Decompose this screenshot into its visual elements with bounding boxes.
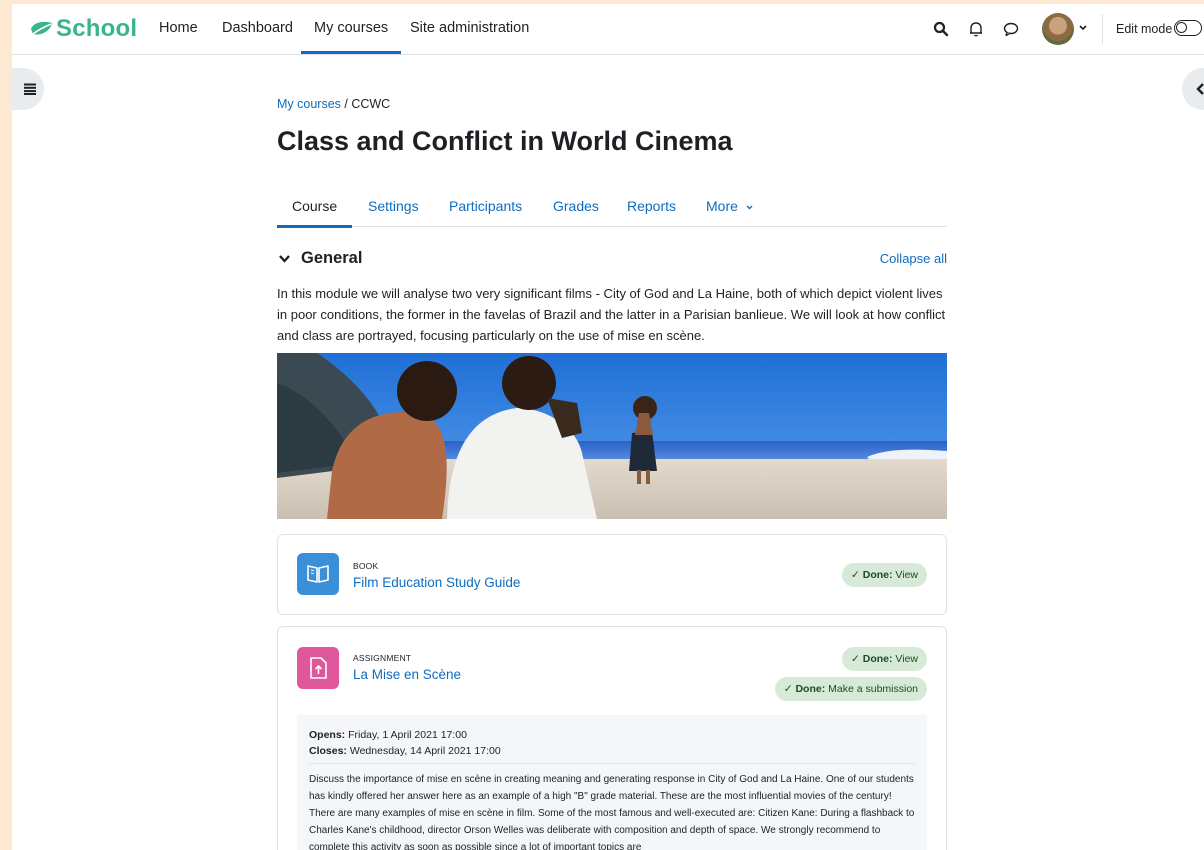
tab-more-label: More: [706, 198, 738, 214]
opens-value: Friday, 1 April 2021 17:00: [348, 729, 467, 741]
chevron-left-icon: [1196, 83, 1204, 95]
completion-prefix: Done:: [795, 683, 826, 695]
activity-book: BOOK Film Education Study Guide ✓ Done: …: [277, 534, 947, 615]
activity-details: Opens: Friday, 1 April 2021 17:00 Closes…: [297, 715, 927, 850]
activity-type-label: ASSIGNMENT: [353, 653, 412, 663]
opens-label: Opens:: [309, 729, 346, 741]
top-navbar: School Home Dashboard My courses Site ad…: [12, 4, 1204, 55]
chevron-down-icon[interactable]: [1078, 24, 1088, 32]
section-summary: In this module we will analyse two very …: [277, 286, 946, 343]
block-drawer-button[interactable]: [1182, 68, 1204, 110]
search-icon[interactable]: [932, 20, 950, 38]
closes-value: Wednesday, 14 April 2021 17:00: [349, 745, 501, 757]
user-avatar[interactable]: [1042, 13, 1074, 45]
breadcrumb-separator: /: [340, 97, 352, 111]
nav-divider: [1102, 14, 1103, 44]
completion-badge-view: ✓ Done: View: [842, 563, 927, 587]
tab-reports[interactable]: Reports: [627, 188, 676, 226]
tab-settings[interactable]: Settings: [368, 188, 419, 226]
list-icon: [24, 83, 36, 95]
breadcrumb-my-courses[interactable]: My courses: [277, 97, 341, 111]
collapse-all-link[interactable]: Collapse all: [880, 251, 947, 266]
tab-grades[interactable]: Grades: [553, 188, 599, 226]
completion-label: View: [895, 653, 918, 665]
activity-name-link[interactable]: Film Education Study Guide: [353, 575, 520, 590]
activity-dates: Opens: Friday, 1 April 2021 17:00 Closes…: [309, 727, 501, 759]
brand-logo[interactable]: School: [30, 16, 137, 42]
chevron-down-icon: [746, 205, 753, 210]
edit-mode-toggle[interactable]: [1174, 20, 1202, 36]
activity-assignment: ASSIGNMENT La Mise en Scène ✓ Done: View…: [277, 626, 947, 850]
page-title: Class and Conflict in World Cinema: [277, 126, 733, 156]
section-banner-image: [277, 353, 947, 519]
course-tabs: Course Settings Participants Grades Repo…: [277, 188, 947, 228]
book-icon[interactable]: [297, 553, 339, 595]
bell-icon[interactable]: [967, 20, 985, 38]
check-icon: ✓: [851, 569, 860, 581]
activity-name-link[interactable]: La Mise en Scène: [353, 667, 461, 682]
course-index-drawer-button[interactable]: [12, 68, 44, 110]
details-divider: [309, 763, 915, 764]
completion-badge-view: ✓ Done: View: [842, 647, 927, 671]
closes-row: Closes: Wednesday, 14 April 2021 17:00: [309, 743, 501, 759]
check-icon: ✓: [783, 683, 793, 695]
closes-label: Closes:: [309, 745, 347, 757]
nav-home[interactable]: Home: [159, 4, 198, 54]
breadcrumb-current: CCWC: [351, 97, 391, 111]
edit-mode-label: Edit mode: [1116, 22, 1173, 36]
activity-description: Discuss the importance of mise en scène …: [309, 774, 915, 850]
completion-label: Make a submission: [828, 683, 918, 695]
chevron-down-icon[interactable]: [278, 254, 291, 264]
leaf-icon: [31, 21, 52, 35]
brand-name: School: [56, 15, 138, 42]
completion-prefix: Done:: [862, 569, 893, 581]
completion-prefix: Done:: [862, 653, 893, 665]
nav-my-courses[interactable]: My courses: [301, 4, 402, 54]
message-icon[interactable]: [1002, 20, 1020, 38]
tab-course[interactable]: Course: [277, 188, 353, 228]
moodle-window: School Home Dashboard My courses Site ad…: [12, 4, 1204, 850]
beach-scene-image: [277, 353, 947, 519]
section-header: General Collapse all: [277, 247, 947, 271]
nav-site-administration[interactable]: Site administration: [410, 4, 529, 54]
check-icon: ✓: [851, 653, 860, 665]
tab-participants[interactable]: Participants: [449, 188, 522, 226]
tab-more[interactable]: More: [706, 188, 754, 226]
completion-label: View: [895, 569, 918, 581]
file-upload-icon[interactable]: [297, 647, 339, 689]
completion-badge-submission: ✓ Done: Make a submission: [774, 677, 927, 701]
nav-dashboard[interactable]: Dashboard: [222, 4, 293, 54]
breadcrumb: My courses / CCWC: [277, 97, 390, 111]
section-title[interactable]: General: [301, 249, 362, 268]
activity-type-label: BOOK: [353, 561, 379, 571]
opens-row: Opens: Friday, 1 April 2021 17:00: [309, 727, 501, 743]
